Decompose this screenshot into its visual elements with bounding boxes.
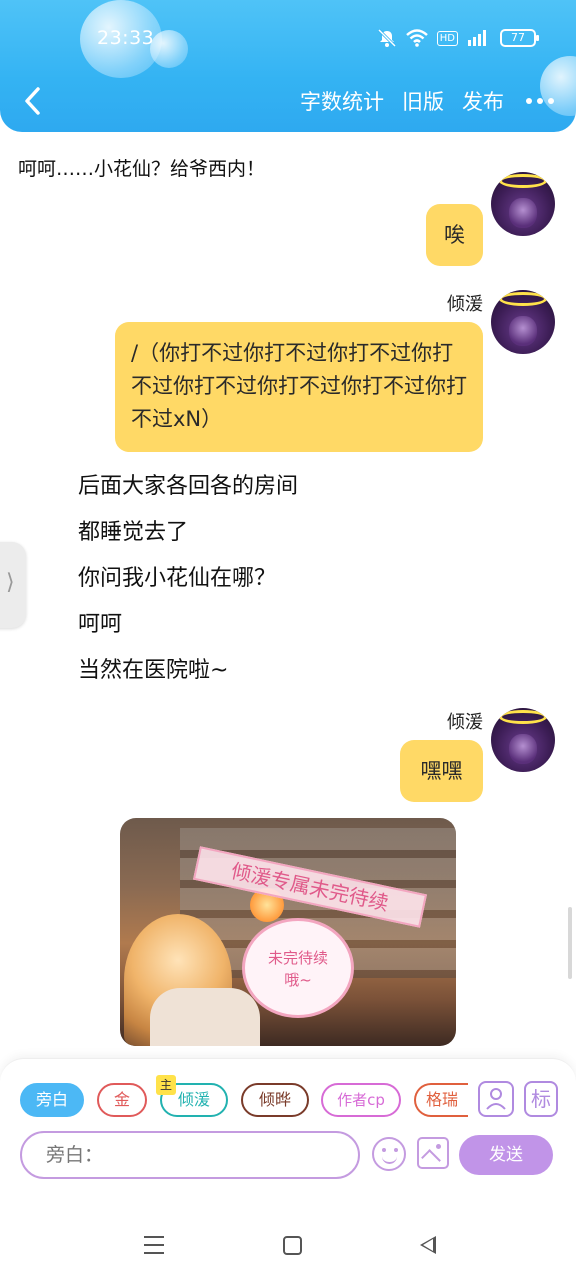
role-chip-grey[interactable]: 格瑞 xyxy=(414,1083,468,1117)
sender-name: 倾湲 xyxy=(447,294,483,315)
menu-icon[interactable] xyxy=(144,1236,164,1254)
composer: 旁白 金 主 倾湲 倾晔 作者cp 格瑞 标 旁白： 发送 xyxy=(0,1058,576,1208)
chat-area[interactable]: 呵呵……小花仙？给爷西内！ 唉 倾湲 /（你打不过你打不过你打不过你打不过你打不… xyxy=(0,132,576,1058)
hd-badge: HD xyxy=(436,30,458,46)
halo-icon xyxy=(499,710,547,724)
chevron-right-icon: ⟩ xyxy=(6,570,15,595)
image-picker-icon[interactable] xyxy=(417,1137,449,1169)
role-manage-icon[interactable] xyxy=(478,1081,514,1117)
header-actions: 字数统计 旧版 发布 xyxy=(300,86,554,116)
role-chip-qingye[interactable]: 倾晔 xyxy=(241,1083,309,1117)
home-icon[interactable] xyxy=(283,1236,302,1255)
image-message[interactable]: 倾湲专属未完待续 未完待续 哦~ xyxy=(120,818,456,1046)
image-cloud-line: 未完待续 xyxy=(267,949,328,967)
wifi-icon xyxy=(405,29,428,47)
status-icons: HD 77 xyxy=(377,26,539,50)
publish-button[interactable]: 发布 xyxy=(462,86,504,116)
avatar[interactable] xyxy=(491,708,555,772)
narration-line: 后面大家各回各的房间 xyxy=(78,474,299,499)
send-button[interactable]: 发送 xyxy=(459,1135,553,1175)
decor-bubble xyxy=(150,30,188,68)
main-role-tag: 主 xyxy=(156,1075,176,1095)
system-nav-bar xyxy=(0,1208,576,1280)
narration-line: 呵呵……小花仙？给爷西内！ xyxy=(18,158,266,180)
avatar[interactable] xyxy=(491,290,555,354)
role-chip-label: 倾湲 xyxy=(177,1090,210,1109)
more-icon[interactable] xyxy=(522,98,554,104)
side-drawer-handle[interactable]: ⟩ xyxy=(0,542,26,628)
narration-line: 你问我小花仙在哪？ xyxy=(78,566,277,591)
narration-line: 都睡觉去了 xyxy=(78,520,189,545)
top-header: 23:33 HD 77 字数统计 旧版 发布 xyxy=(0,0,576,132)
scrollbar[interactable] xyxy=(568,907,572,979)
narration-line: 呵呵 xyxy=(78,612,123,637)
word-count-button[interactable]: 字数统计 xyxy=(300,86,384,116)
sender-name: 倾湲 xyxy=(447,712,483,733)
back-triangle-icon[interactable] xyxy=(420,1236,436,1254)
battery-indicator: 77 xyxy=(500,29,539,47)
role-chip-jin[interactable]: 金 xyxy=(97,1083,147,1117)
image-cloud-line: 哦~ xyxy=(284,971,312,989)
role-chip-narrator[interactable]: 旁白 xyxy=(20,1083,84,1117)
message-bubble[interactable]: 唉 xyxy=(426,204,483,266)
halo-icon xyxy=(499,174,547,188)
image-character-body xyxy=(150,988,260,1046)
image-cloud: 未完待续 哦~ xyxy=(242,918,354,1018)
signal-icon xyxy=(468,30,486,46)
role-chip-author-cp[interactable]: 作者cp xyxy=(321,1083,401,1117)
message-input[interactable]: 旁白： xyxy=(20,1131,360,1179)
back-icon[interactable] xyxy=(20,84,46,118)
message-bubble[interactable]: 嘿嘿 xyxy=(400,740,483,802)
old-version-button[interactable]: 旧版 xyxy=(402,86,444,116)
avatar[interactable] xyxy=(491,172,555,236)
tag-button[interactable]: 标 xyxy=(524,1081,558,1117)
mute-bell-icon xyxy=(377,28,396,48)
status-time: 23:33 xyxy=(97,27,155,49)
message-bubble[interactable]: /（你打不过你打不过你打不过你打不过你打不过你打不过你打不过你打不过xN） xyxy=(115,322,483,452)
narration-line: 当然在医院啦~ xyxy=(78,658,229,683)
role-chip-qingyuan[interactable]: 主 倾湲 xyxy=(156,1075,228,1117)
halo-icon xyxy=(499,292,547,306)
emoji-icon[interactable] xyxy=(372,1137,406,1171)
